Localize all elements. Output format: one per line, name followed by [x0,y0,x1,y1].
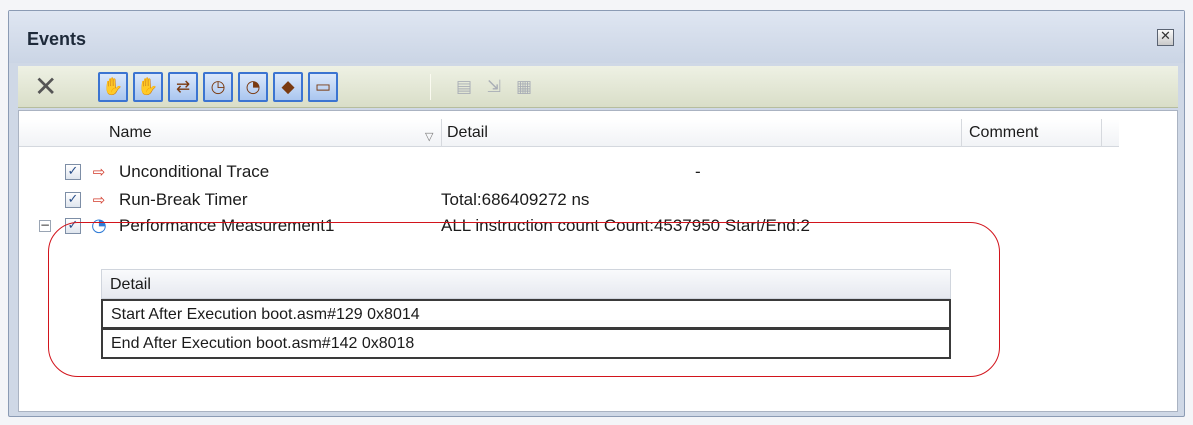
printf-event-icon[interactable]: ▭ [308,72,338,102]
software-break-icon[interactable]: ✋ [133,72,163,102]
enable-checkbox[interactable]: ✓ [65,164,81,180]
panel-title: Events [27,29,87,49]
table-header: Name ▽ Detail Comment [19,119,1119,147]
title-bar: Events ✕ [9,11,1184,63]
enable-checkbox[interactable]: ✓ [65,192,81,208]
hardware-break-icon[interactable]: ✋ [98,72,128,102]
event-name: Run-Break Timer [119,190,248,209]
event-name: Unconditional Trace [119,162,270,181]
trace-icon[interactable]: ⇄ [168,72,198,102]
column-divider [961,119,962,147]
table-row[interactable]: ✓ ⇨ Run-Break Timer Total:686409272 ns [19,189,1019,213]
event-detail: Total:686409272 ns [441,190,590,209]
table-row[interactable]: − ✓ ◔ Performance Measurement1 ALL instr… [19,215,1019,239]
close-icon[interactable]: ✕ [1157,29,1174,46]
event-detail: - [695,162,701,181]
table-row[interactable]: ✓ ⇨ Unconditional Trace - [19,161,1019,185]
trace-event-icon: ⇨ [92,163,106,181]
performance-icon[interactable]: ◔ [238,72,268,102]
detail-row[interactable]: End After Execution boot.asm#142 0x8018 [101,329,951,359]
delete-icon[interactable]: ✕ [34,73,57,101]
column-divider [1101,119,1102,147]
export-icon[interactable]: ▦ [512,74,536,100]
event-name: Performance Measurement1 [119,216,335,235]
timer-icon[interactable]: ◷ [203,72,233,102]
performance-event-icon: ◔ [91,215,107,236]
event-list: Name ▽ Detail Comment ✓ ⇨ Unconditional … [18,110,1178,412]
column-detail-header[interactable]: Detail [447,124,488,142]
column-comment-header[interactable]: Comment [969,124,1038,142]
timer-event-icon: ⇨ [92,191,106,209]
toolbar-separator [430,74,431,100]
detail-subtable: Detail Start After Execution boot.asm#12… [101,269,951,359]
edit-icon[interactable]: ▤ [452,74,476,100]
collapse-icon[interactable]: − [39,219,51,232]
import-icon[interactable]: ⇲ [482,74,506,100]
detail-subtable-header: Detail [101,269,951,299]
sort-descending-icon[interactable]: ▽ [425,130,433,143]
event-detail: ALL instruction count Count:4537950 Star… [441,216,810,235]
column-name-header[interactable]: Name [109,124,152,142]
toolbar: ✕ ✋ ✋ ⇄ ◷ ◔ ◆ ▭ ▤ ⇲ ▦ [18,66,1178,108]
enable-checkbox[interactable]: ✓ [65,218,81,234]
action-event-icon[interactable]: ◆ [273,72,303,102]
column-divider [441,119,442,147]
detail-row[interactable]: Start After Execution boot.asm#129 0x801… [101,299,951,329]
